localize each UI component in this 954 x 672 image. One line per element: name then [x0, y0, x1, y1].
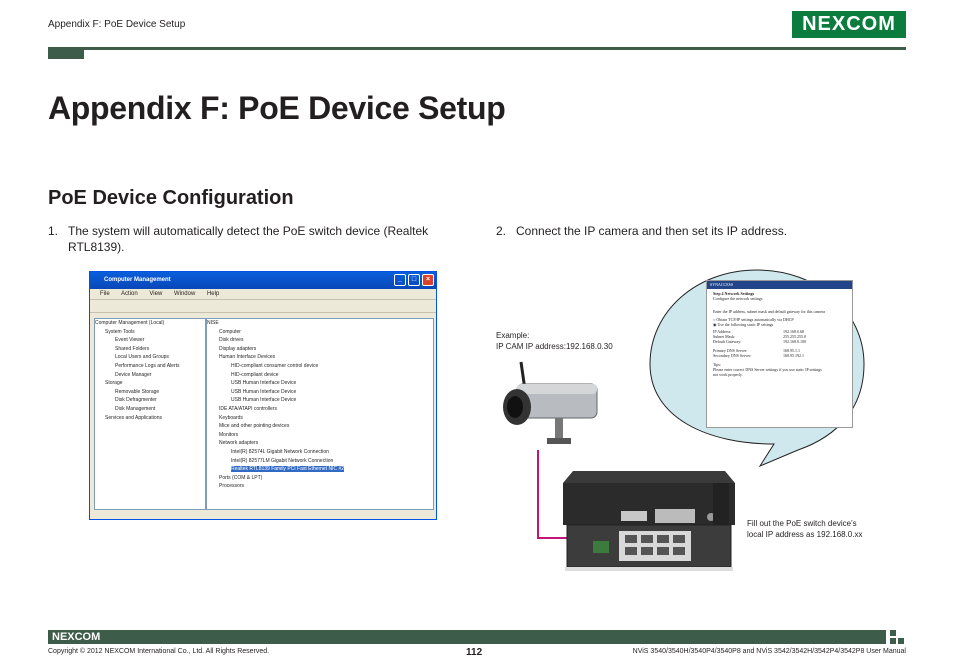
tree-item: System Tools	[105, 328, 135, 335]
config-brand: SYNACCESS	[707, 281, 852, 289]
tree-item: Shared Folders	[115, 345, 150, 352]
example-label: Example:	[496, 331, 530, 340]
tree-item: Local Users and Groups	[115, 354, 169, 361]
example-note: Example: IP CAM IP address:192.168.0.30	[496, 330, 613, 352]
menu-view: View	[149, 291, 163, 297]
footer-square	[890, 630, 896, 636]
window-menubar: File Action View Window Help	[90, 289, 436, 299]
config-intro: Enter the IP address, subnet mask and de…	[713, 309, 826, 314]
footer-square	[898, 638, 904, 644]
config-gateway-row: Default Gateway: 192.168.0.100	[713, 339, 806, 344]
page-number: 112	[466, 647, 483, 658]
menu-help: Help	[206, 291, 220, 297]
network-settings-panel: SYNACCESS Step 4 Network Settings Config…	[706, 280, 853, 428]
menu-window: Window	[173, 291, 196, 297]
device-item: Disk drives	[219, 337, 244, 344]
nvis-device-image	[563, 471, 735, 571]
tree-item: Event Viewer	[115, 337, 145, 344]
config-tips-text2: not work properly.	[713, 372, 743, 377]
step-2: 2. Connect the IP camera and then set its…	[496, 223, 896, 239]
device-item: Human Interface Devices	[219, 354, 276, 361]
device-item: USB Human Interface Device	[231, 397, 297, 404]
tree-item: Disk Management	[115, 405, 156, 412]
tree-item: Storage	[105, 380, 123, 387]
device-item: Intel(R) 82574L Gigabit Network Connecti…	[231, 448, 329, 455]
footer-logo: NEXCOM	[52, 631, 101, 643]
device-item-selected: Realtek RTL8139 Family PCI Fast Ethernet…	[231, 466, 345, 473]
close-icon: ×	[422, 274, 434, 286]
device-item: HID-compliant device	[231, 371, 279, 378]
header-section-label: Appendix F: PoE Device Setup	[48, 19, 186, 30]
tree-item: Device Manager	[115, 371, 152, 378]
device-item: Network adapters	[219, 440, 259, 447]
config-step-sub: Configure the network settings	[713, 296, 763, 301]
device-item: Monitors	[219, 431, 239, 438]
menu-file: File	[100, 291, 110, 297]
tree-item: Services and Applications	[105, 414, 162, 421]
step-2-text: Connect the IP camera and then set its I…	[516, 224, 788, 238]
device-item: Display adapters	[219, 345, 257, 352]
header-rule-block	[48, 47, 84, 59]
tree-item: Disk Defragmenter	[115, 397, 157, 404]
device-item: IDE ATA/ATAPI controllers	[219, 405, 277, 412]
device-item: HID-compliant consumer control device	[231, 362, 319, 369]
device-tree: NISE Computer Disk drives Display adapte…	[206, 318, 434, 510]
step-1-text: The system will automatically detect the…	[68, 224, 429, 238]
ip-camera-image	[503, 361, 598, 444]
step-1: 1. The system will automatically detect t…	[48, 223, 458, 255]
step-1-text-cont: RTL8139).	[68, 240, 125, 254]
device-item: USB Human Interface Device	[231, 388, 297, 395]
fill-out-line-1: Fill out the PoE switch device’s	[747, 519, 857, 528]
device-item: Keyboards	[219, 414, 243, 421]
device-item: Processors	[219, 483, 245, 490]
device-item: Intel(R) 82577LM Gigabit Network Connect…	[231, 457, 334, 464]
device-item: Mice and other pointing devices	[219, 423, 290, 430]
page-title: Appendix F: PoE Device Setup	[48, 90, 506, 126]
config-dns2-row: Secondary DNS Server: 168.95.192.1	[713, 353, 804, 358]
minimize-icon: _	[394, 274, 406, 286]
manual-title: NViS 3540/3540H/3540P4/3540P8 and NViS 3…	[632, 648, 906, 655]
window-titlebar: Computer Management _ □ ×	[90, 272, 436, 289]
device-item: NISE	[207, 320, 219, 326]
nexcom-logo: NEXCOM	[792, 11, 906, 38]
computer-management-screenshot: Computer Management _ □ × File Action Vi…	[89, 271, 437, 520]
menu-action: Action	[121, 291, 138, 297]
device-item: USB Human Interface Device	[231, 380, 297, 387]
console-tree: Computer Management (Local) System Tools…	[94, 318, 206, 510]
window-toolbar	[90, 299, 436, 313]
window-title: Computer Management	[104, 277, 171, 283]
step-2-number: 2.	[496, 224, 507, 238]
footer-square	[890, 638, 896, 644]
device-item: Computer	[219, 328, 241, 335]
device-item: Ports (COM & LPT)	[219, 474, 263, 481]
tree-item: Removable Storage	[115, 388, 160, 395]
copyright: Copyright © 2012 NEXCOM International Co…	[48, 648, 270, 655]
section-heading: PoE Device Configuration	[48, 187, 294, 209]
footer-bar	[48, 630, 886, 644]
tree-item: Computer Management (Local)	[95, 320, 165, 326]
example-value: IP CAM IP address:192.168.0.30	[496, 342, 613, 351]
config-static: ◉ Use the following static IP settings	[713, 322, 774, 327]
header-rule	[48, 47, 906, 50]
fill-out-note: Fill out the PoE switch device’s local I…	[747, 518, 862, 540]
maximize-icon: □	[408, 274, 420, 286]
fill-out-line-2: local IP address as 192.168.0.xx	[747, 530, 863, 539]
step-1-number: 1.	[48, 224, 59, 238]
tree-item: Performance Logs and Alerts	[115, 362, 180, 369]
